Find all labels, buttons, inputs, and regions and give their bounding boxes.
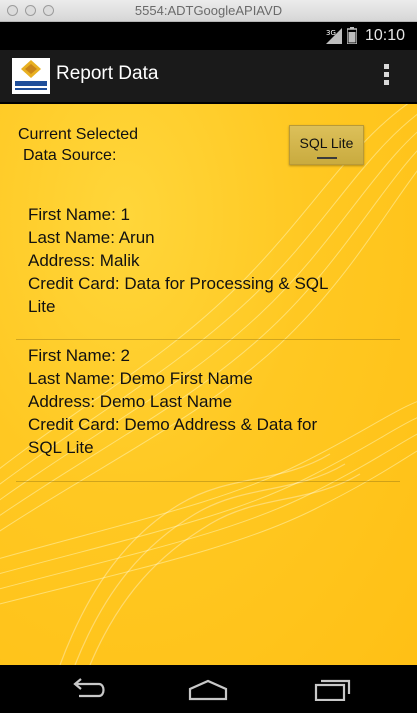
first-name-text: First Name: 2: [28, 346, 131, 365]
credit-card-text-continued: Lite: [28, 297, 56, 316]
app-logo-icon: [12, 58, 50, 94]
overflow-menu-icon[interactable]: [381, 64, 391, 90]
signal-3g-icon: 3G: [326, 28, 342, 44]
list-item[interactable]: First Name: 2 Last Name: Demo First Name…: [28, 344, 378, 459]
data-source-label-line2: Data Source:: [23, 147, 117, 164]
data-source-label: Current Selected Data Source:: [18, 124, 138, 166]
data-source-label-line1: Current Selected: [18, 126, 139, 143]
recent-apps-icon[interactable]: [312, 677, 352, 701]
spinner-indicator: [317, 157, 337, 159]
data-source-spinner-button[interactable]: SQL Lite: [289, 125, 364, 165]
back-icon[interactable]: [67, 677, 107, 701]
status-clock: 10:10: [365, 27, 406, 44]
battery-icon: [347, 27, 357, 44]
list-divider: [16, 339, 400, 340]
credit-card-text-continued: SQL Lite: [28, 438, 94, 457]
home-icon[interactable]: [188, 677, 228, 701]
app-title: Report Data: [56, 63, 159, 84]
action-bar: Report Data: [0, 50, 417, 104]
window-title: 5554:ADTGoogleAPIAVD: [134, 3, 283, 18]
credit-card-text: Credit Card: Demo Address & Data for: [28, 415, 318, 434]
list-item[interactable]: First Name: 1 Last Name: Arun Address: M…: [28, 203, 378, 318]
data-source-button-label: SQL Lite: [299, 135, 354, 151]
status-bar: 3G 10:10: [0, 22, 417, 50]
window-title-bar: 5554:ADTGoogleAPIAVD: [0, 0, 417, 22]
credit-card-text: Credit Card: Data for Processing & SQL: [28, 274, 329, 293]
report-content: Current Selected Data Source: SQL Lite F…: [0, 104, 417, 665]
list-divider: [16, 481, 400, 482]
first-name-text: First Name: 1: [28, 205, 131, 224]
address-text: Address: Demo Last Name: [28, 392, 233, 411]
navigation-bar: [0, 665, 417, 713]
address-text: Address: Malik: [28, 251, 140, 270]
svg-text:3G: 3G: [326, 29, 336, 37]
last-name-text: Last Name: Demo First Name: [28, 369, 253, 388]
last-name-text: Last Name: Arun: [28, 228, 155, 247]
